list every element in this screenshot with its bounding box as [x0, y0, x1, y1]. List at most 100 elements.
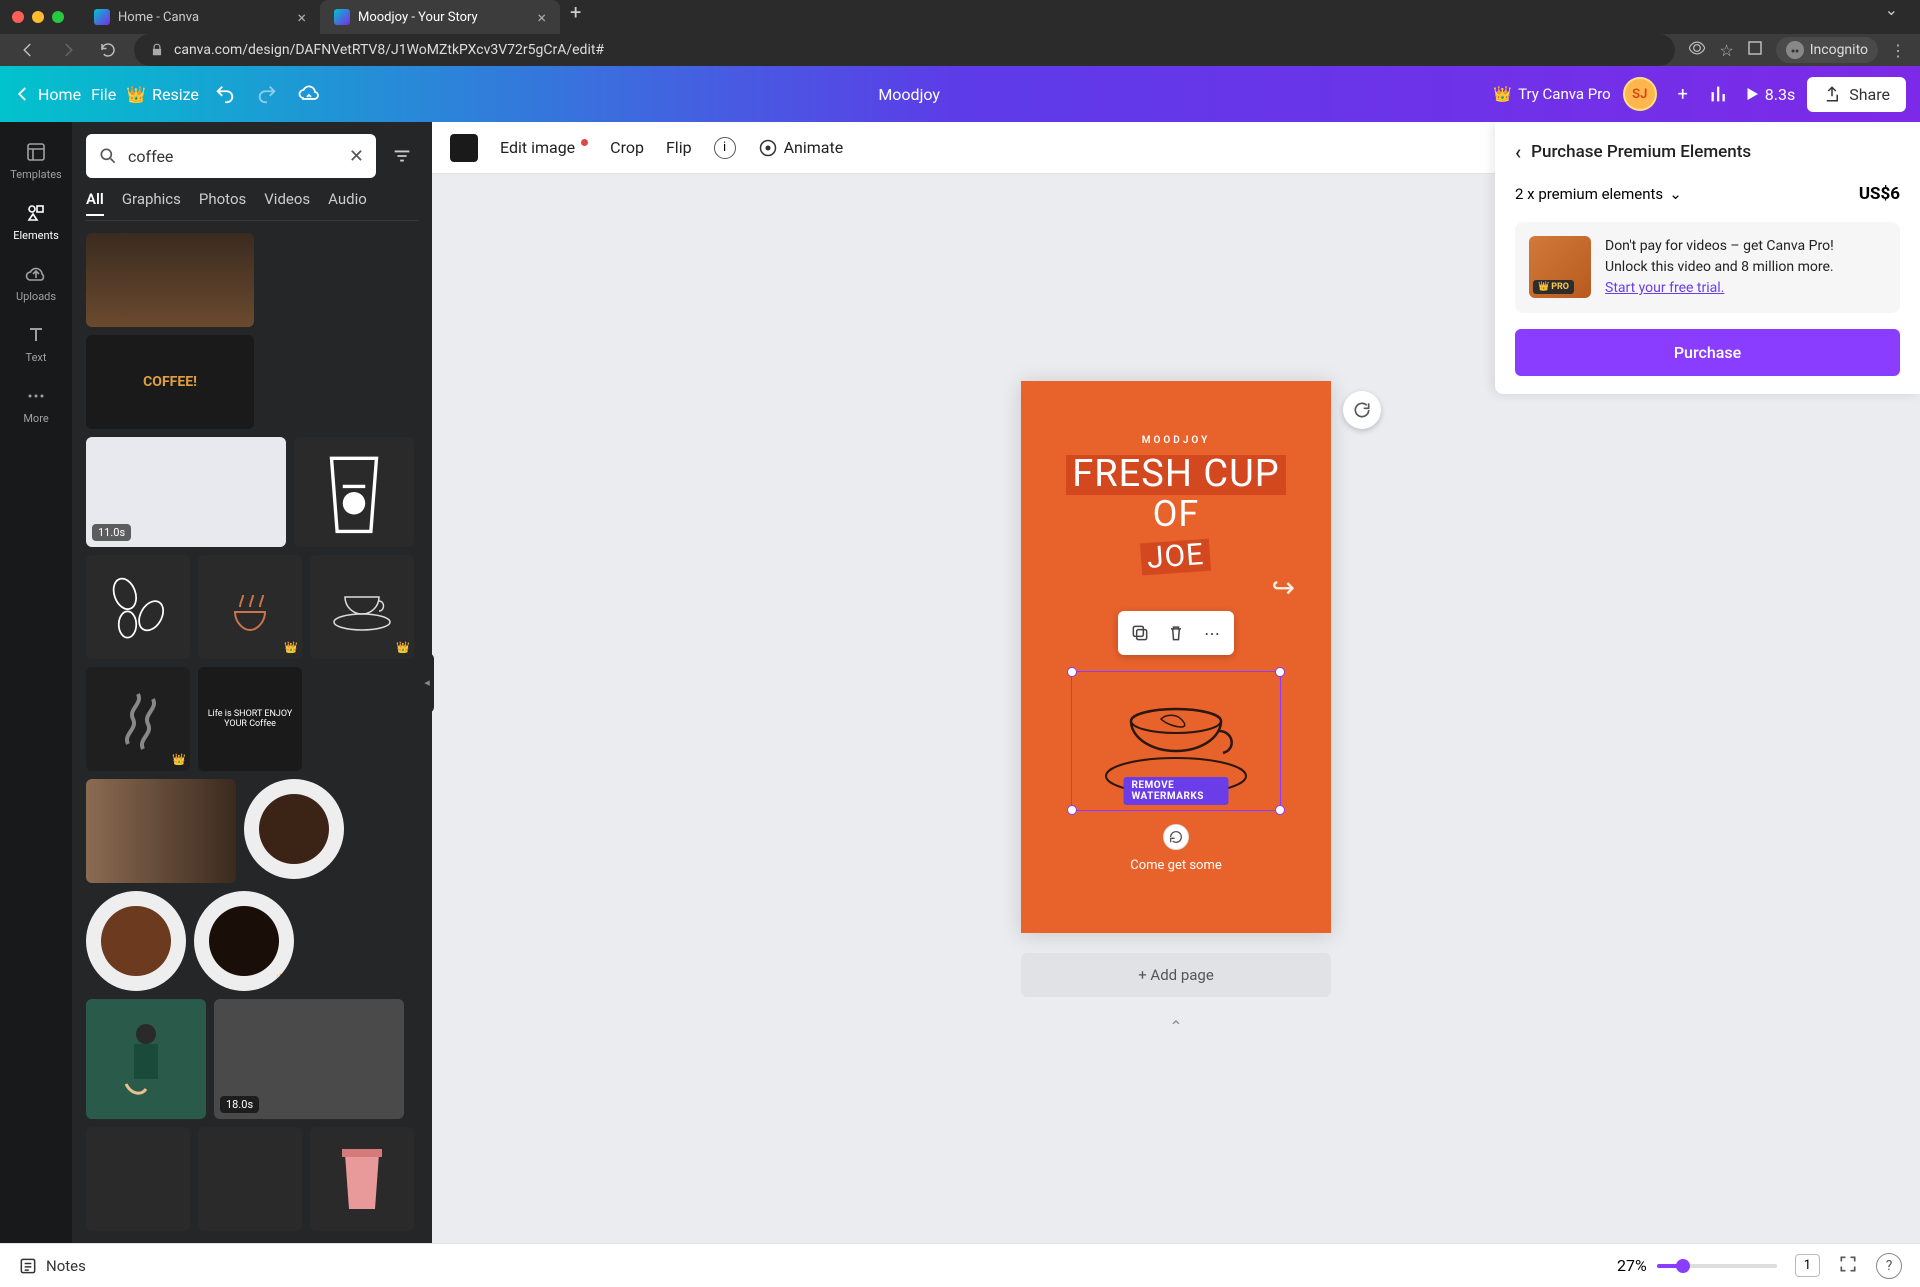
back-button[interactable] — [14, 36, 42, 64]
purchase-button[interactable]: Purchase — [1515, 329, 1900, 376]
selected-coffee-element[interactable]: REMOVE WATERMARKS ⋯ — [1071, 671, 1281, 811]
cta-text[interactable]: Come get some — [1021, 858, 1331, 873]
share-button[interactable]: Share — [1807, 77, 1906, 112]
crop-button[interactable]: Crop — [610, 138, 644, 157]
reload-button[interactable] — [94, 36, 122, 64]
resize-button[interactable]: 👑 Resize — [126, 85, 199, 104]
rail-text[interactable]: Text — [4, 315, 68, 372]
fullscreen-button[interactable] — [1838, 1254, 1858, 1278]
browser-menu-button[interactable]: ⋮ — [1890, 41, 1906, 60]
result-black-coffee-cup-top[interactable]: 👑 — [194, 891, 294, 991]
duplicate-button[interactable] — [1124, 617, 1156, 649]
minimize-window-button[interactable] — [32, 11, 44, 23]
result-cup-outline-dark[interactable] — [198, 1127, 302, 1231]
close-tab-button[interactable]: × — [297, 8, 306, 27]
zoom-percent[interactable]: 27% — [1617, 1256, 1647, 1275]
elements-search-field[interactable]: ✕ — [86, 134, 376, 178]
arrow-graphic[interactable]: ↪ — [1272, 571, 1295, 604]
browser-tab-moodjoy[interactable]: Moodjoy - Your Story × — [320, 0, 560, 34]
expand-pages-button[interactable]: ⌃ — [1169, 1017, 1182, 1036]
page-indicator[interactable]: 1 — [1795, 1254, 1820, 1277]
result-steaming-cup-line[interactable]: 👑 — [198, 555, 302, 659]
result-cup-saucer-sketch[interactable]: 👑 — [310, 555, 414, 659]
zoom-control: 27% — [1617, 1256, 1777, 1275]
zoom-thumb[interactable] — [1676, 1259, 1690, 1273]
tab-audio[interactable]: Audio — [328, 190, 367, 216]
browser-tab-home-canva[interactable]: Home - Canva × — [80, 0, 320, 34]
more-options-button[interactable]: ⋯ — [1196, 617, 1228, 649]
result-takeaway-cup-outline[interactable] — [294, 437, 414, 547]
file-menu[interactable]: File — [91, 85, 116, 104]
brand-text[interactable]: MOODJOY — [1021, 435, 1331, 446]
result-pink-takeaway-cup[interactable] — [310, 1127, 414, 1231]
regenerate-fab[interactable] — [1343, 391, 1381, 429]
flip-button[interactable]: Flip — [666, 138, 692, 157]
user-avatar[interactable]: SJ — [1623, 77, 1657, 111]
present-button[interactable]: 8.3s — [1743, 85, 1795, 104]
result-coffee-beans-outline[interactable] — [86, 555, 190, 659]
redo-button[interactable] — [251, 78, 283, 110]
chevron-left-icon — [14, 85, 32, 103]
rail-elements[interactable]: Elements — [4, 193, 68, 250]
insights-button[interactable] — [1709, 83, 1731, 105]
color-swatch-button[interactable] — [450, 134, 478, 162]
result-latte-art-photo[interactable] — [86, 233, 254, 327]
rail-templates[interactable]: Templates — [4, 132, 68, 189]
design-page[interactable]: MOODJOY FRESH CUP OF JOE ↪ — [1021, 381, 1331, 933]
result-ground-coffee-cup-top[interactable] — [86, 891, 186, 991]
video-duration-badge: 18.0s — [220, 1096, 259, 1113]
rail-uploads[interactable]: Uploads — [4, 254, 68, 311]
remove-watermarks-button[interactable]: REMOVE WATERMARKS — [1124, 777, 1229, 805]
help-button[interactable]: ? — [1876, 1253, 1902, 1279]
clear-search-button[interactable]: ✕ — [349, 146, 364, 167]
result-coffee-lettering[interactable]: COFFEE! — [86, 335, 254, 429]
cloud-sync-icon[interactable] — [293, 78, 325, 110]
edit-image-label: Edit image — [500, 138, 575, 157]
zoom-slider[interactable] — [1657, 1264, 1777, 1268]
home-button[interactable]: Home — [14, 85, 81, 104]
result-coffee-beans-photo[interactable] — [86, 779, 236, 883]
close-tab-button[interactable]: × — [537, 8, 546, 27]
result-espresso-machine-video[interactable]: 18.0s — [214, 999, 404, 1119]
add-page-button[interactable]: + Add page — [1021, 953, 1331, 997]
rail-label: Uploads — [16, 290, 56, 303]
info-button[interactable]: i — [714, 137, 736, 159]
result-life-short-coffee-quote[interactable]: Life is SHORT ENJOY YOUR Coffee — [198, 667, 302, 771]
result-beans-in-cup-top[interactable] — [244, 779, 344, 879]
tab-graphics[interactable]: Graphics — [122, 190, 181, 216]
rail-more[interactable]: More — [4, 376, 68, 433]
search-category-tabs: All Graphics Photos Videos Audio — [86, 190, 418, 221]
incognito-indicator[interactable]: Incognito — [1776, 37, 1878, 63]
headline-text[interactable]: FRESH CUP OF JOE — [1021, 455, 1331, 575]
search-filters-button[interactable] — [386, 140, 418, 172]
edit-image-button[interactable]: Edit image — [500, 138, 588, 157]
start-free-trial-link[interactable]: Start your free trial. — [1605, 280, 1724, 296]
tab-photos[interactable]: Photos — [199, 190, 246, 216]
try-canva-pro-button[interactable]: 👑 Try Canva Pro — [1493, 85, 1610, 103]
result-beans-outline-dark[interactable] — [86, 1127, 190, 1231]
result-person-pouring-coffee[interactable] — [86, 999, 206, 1119]
animate-button[interactable]: Animate — [758, 138, 844, 158]
result-steam-graphic[interactable]: 👑 — [86, 667, 190, 771]
new-tab-button[interactable]: + — [560, 0, 591, 34]
url-field[interactable]: canva.com/design/DAFNVetRTV8/J1WoMZtkPXc… — [134, 34, 1675, 66]
close-window-button[interactable] — [12, 11, 24, 23]
tab-videos[interactable]: Videos — [264, 190, 310, 216]
bookmark-star-icon[interactable]: ☆ — [1719, 41, 1733, 60]
forward-button[interactable] — [54, 36, 82, 64]
add-collaborator-button[interactable]: + — [1669, 80, 1697, 108]
notes-button[interactable]: Notes — [18, 1256, 86, 1276]
result-pouring-coffee-video[interactable]: 11.0s — [86, 437, 286, 547]
tabs-dropdown-button[interactable]: ⌄ — [1875, 0, 1908, 34]
eye-icon[interactable] — [1687, 38, 1707, 62]
rotate-handle[interactable] — [1163, 824, 1189, 850]
extensions-icon[interactable] — [1746, 39, 1764, 61]
project-name[interactable]: Moodjoy — [878, 85, 940, 104]
search-input[interactable] — [128, 147, 339, 166]
undo-button[interactable] — [209, 78, 241, 110]
back-button[interactable]: ‹ — [1515, 140, 1521, 164]
delete-button[interactable] — [1160, 617, 1192, 649]
maximize-window-button[interactable] — [52, 11, 64, 23]
tab-all[interactable]: All — [86, 190, 104, 216]
premium-elements-dropdown[interactable]: 2 x premium elements ⌄ — [1515, 185, 1682, 203]
